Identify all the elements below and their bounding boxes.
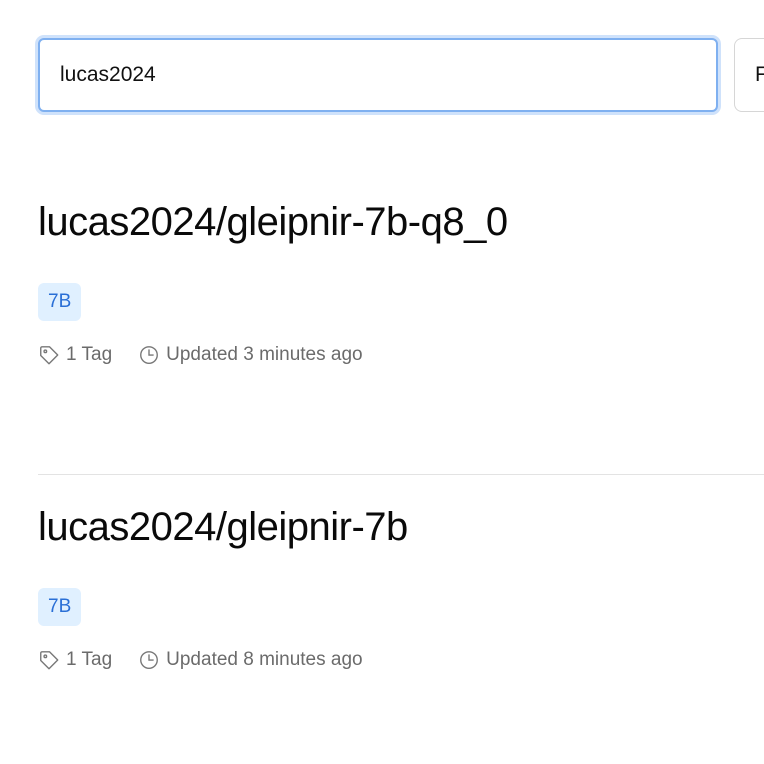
size-badge: 7B bbox=[38, 588, 82, 626]
meta-row: 1 Tag Updated 8 minutes ago bbox=[38, 646, 389, 674]
list-item[interactable]: lucas2024/gleipnir-7b 7B 1 Tag Updated 8… bbox=[38, 475, 764, 764]
updated-time: Updated 8 minutes ago bbox=[138, 649, 363, 671]
list-item[interactable]: lucas2024/gleipnir-7b-q8_0 7B 1 Tag Upda… bbox=[38, 170, 764, 475]
filter-button[interactable]: Filter bbox=[734, 38, 764, 112]
updated-label: Updated 8 minutes ago bbox=[166, 649, 363, 670]
search-row: Filter bbox=[38, 38, 764, 112]
tag-count: 1 Tag bbox=[38, 649, 112, 671]
search-input[interactable] bbox=[38, 38, 718, 112]
updated-time: Updated 3 minutes ago bbox=[138, 344, 363, 366]
updated-label: Updated 3 minutes ago bbox=[166, 344, 363, 365]
clock-icon bbox=[138, 649, 160, 671]
meta-row: 1 Tag Updated 3 minutes ago bbox=[38, 341, 389, 369]
size-badge: 7B bbox=[38, 283, 82, 321]
page: Filter lucas2024/gleipnir-7b-q8_0 7B 1 T… bbox=[0, 0, 764, 764]
tag-count: 1 Tag bbox=[38, 344, 112, 366]
tag-icon bbox=[38, 344, 60, 366]
tag-icon bbox=[38, 649, 60, 671]
clock-icon bbox=[138, 344, 160, 366]
model-title-link[interactable]: lucas2024/gleipnir-7b bbox=[38, 505, 408, 550]
model-title-link[interactable]: lucas2024/gleipnir-7b-q8_0 bbox=[38, 200, 508, 245]
tag-count-label: 1 Tag bbox=[66, 649, 113, 670]
tag-count-label: 1 Tag bbox=[66, 344, 113, 365]
model-list: lucas2024/gleipnir-7b-q8_0 7B 1 Tag Upda… bbox=[38, 170, 764, 764]
